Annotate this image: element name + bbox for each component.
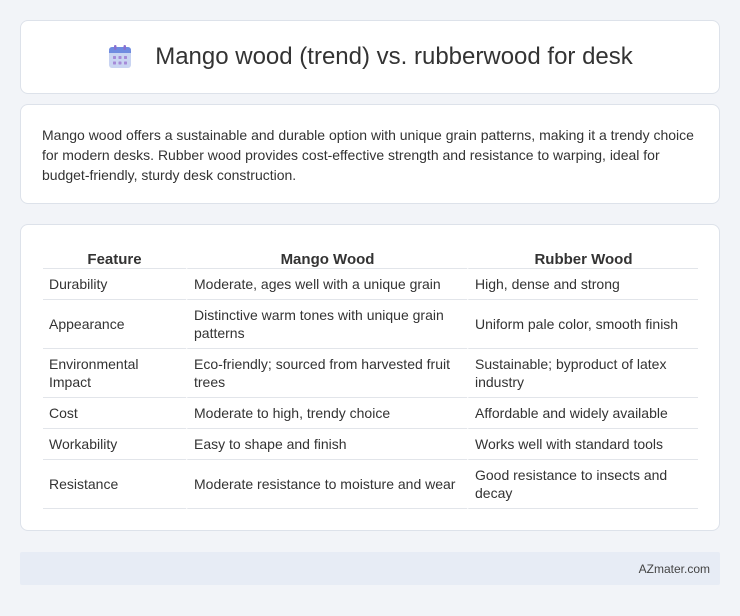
- footer-brand[interactable]: AZmater.com: [639, 562, 710, 576]
- summary-card: Mango wood offers a sustainable and dura…: [20, 104, 720, 204]
- summary-text: Mango wood offers a sustainable and dura…: [42, 127, 694, 183]
- column-header: Rubber Wood: [467, 247, 698, 269]
- rubber-wood-cell: Uniform pale color, smooth finish: [467, 300, 698, 349]
- page-title: Mango wood (trend) vs. rubberwood for de…: [155, 43, 633, 70]
- rubber-wood-cell: High, dense and strong: [467, 269, 698, 300]
- calendar-icon: [107, 44, 133, 70]
- footer-bar: AZmater.com: [20, 552, 720, 585]
- rubber-wood-cell: Works well with standard tools: [467, 429, 698, 460]
- feature-cell: Environmental Impact: [43, 349, 186, 398]
- title-card: Mango wood (trend) vs. rubberwood for de…: [20, 20, 720, 94]
- feature-cell: Durability: [43, 269, 186, 300]
- title-wrap: Mango wood (trend) vs. rubberwood for de…: [107, 43, 633, 71]
- mango-wood-cell: Moderate, ages well with a unique grain: [186, 269, 467, 300]
- column-header: Mango Wood: [186, 247, 467, 269]
- rubber-wood-cell: Sustainable; byproduct of latex industry: [467, 349, 698, 398]
- table-row: Appearance Distinctive warm tones with u…: [43, 300, 698, 349]
- mango-wood-cell: Eco-friendly; sourced from harvested fru…: [186, 349, 467, 398]
- mango-wood-cell: Distinctive warm tones with unique grain…: [186, 300, 467, 349]
- table-row: Durability Moderate, ages well with a un…: [43, 269, 698, 300]
- table-card: Feature Mango Wood Rubber Wood Durabilit…: [20, 224, 720, 531]
- feature-cell: Workability: [43, 429, 186, 460]
- rubber-wood-cell: Good resistance to insects and decay: [467, 460, 698, 509]
- feature-cell: Cost: [43, 398, 186, 429]
- table-row: Workability Easy to shape and finish Wor…: [43, 429, 698, 460]
- feature-cell: Resistance: [43, 460, 186, 509]
- table-row: Cost Moderate to high, trendy choice Aff…: [43, 398, 698, 429]
- column-header: Feature: [43, 247, 186, 269]
- feature-cell: Appearance: [43, 300, 186, 349]
- table-row: Environmental Impact Eco-friendly; sourc…: [43, 349, 698, 398]
- mango-wood-cell: Easy to shape and finish: [186, 429, 467, 460]
- mango-wood-cell: Moderate to high, trendy choice: [186, 398, 467, 429]
- table-header-row: Feature Mango Wood Rubber Wood: [43, 247, 698, 269]
- comparison-table: Feature Mango Wood Rubber Wood Durabilit…: [43, 247, 698, 509]
- rubber-wood-cell: Affordable and widely available: [467, 398, 698, 429]
- table-row: Resistance Moderate resistance to moistu…: [43, 460, 698, 509]
- mango-wood-cell: Moderate resistance to moisture and wear: [186, 460, 467, 509]
